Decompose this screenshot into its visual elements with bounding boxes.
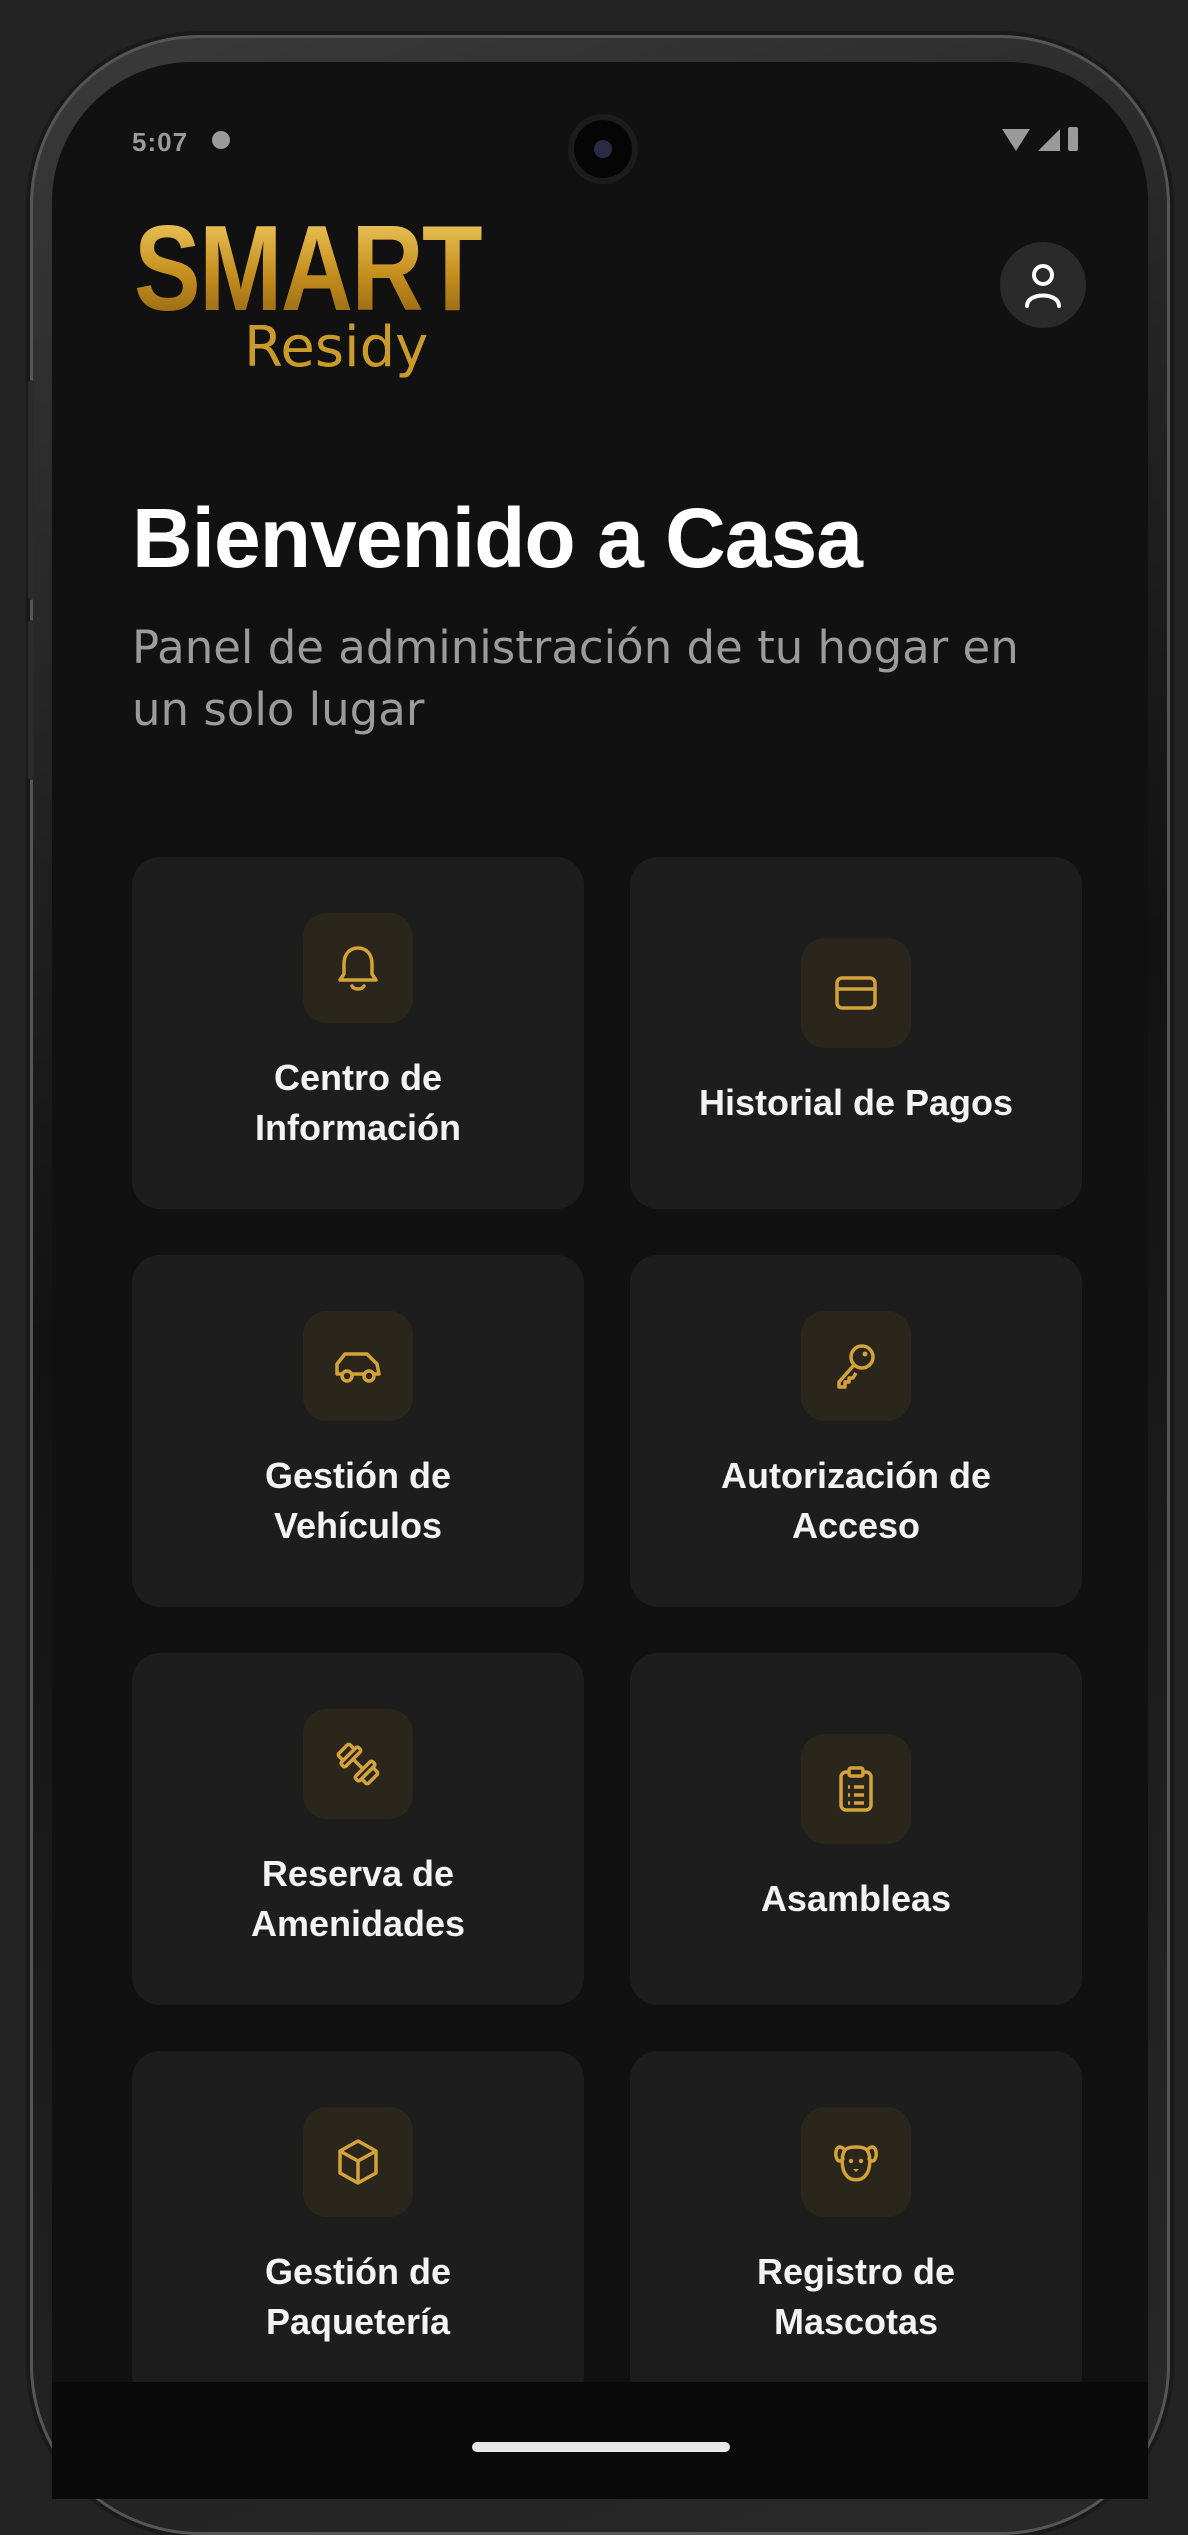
status-bar: 5:07 bbox=[52, 62, 1148, 178]
page-subtitle: Panel de administración de tu hogar en u… bbox=[132, 621, 1019, 736]
brand-logo: SMART Residy bbox=[134, 200, 494, 380]
card-icon-box bbox=[303, 913, 413, 1023]
card-label: Registro de Mascotas bbox=[756, 2251, 956, 2342]
status-icons bbox=[1002, 127, 1078, 151]
home-indicator[interactable] bbox=[472, 2442, 730, 2452]
card-icon-box bbox=[303, 1311, 413, 1421]
profile-button[interactable] bbox=[1000, 242, 1086, 328]
car-icon bbox=[335, 1352, 381, 1383]
menu-card-historial-pagos[interactable]: Historial de Pagos bbox=[630, 857, 1082, 1209]
card-label: Asambleas bbox=[760, 1878, 952, 1919]
card-icon-box bbox=[303, 1709, 413, 1819]
navigation-bar bbox=[52, 2382, 1148, 2499]
card-label: Historial de Pagos bbox=[698, 1082, 1014, 1123]
dog-icon bbox=[834, 2145, 878, 2182]
wifi-icon bbox=[1002, 129, 1030, 151]
card-icon-box bbox=[801, 938, 911, 1048]
logo-sub-text: Residy bbox=[244, 315, 429, 380]
signal-icon bbox=[1038, 129, 1060, 151]
page-title: Bienvenido a Casa bbox=[132, 491, 863, 585]
card-label: Reserva de Amenidades bbox=[250, 1853, 466, 1944]
card-icon-box bbox=[801, 1734, 911, 1844]
menu-card-reserva-amenidades[interactable]: Reserva de Amenidades bbox=[132, 1653, 584, 2005]
card-label: Autorización de Acceso bbox=[720, 1455, 992, 1546]
menu-card-registro-mascotas[interactable]: Registro de Mascotas bbox=[630, 2051, 1082, 2403]
logo-main-text: SMART bbox=[134, 200, 483, 336]
menu-card-gestion-vehiculos[interactable]: Gestión de Vehículos bbox=[132, 1255, 584, 1607]
menu-card-asambleas[interactable]: Asambleas bbox=[630, 1653, 1082, 2005]
side-button bbox=[28, 620, 34, 780]
clipboard-icon bbox=[839, 1766, 873, 1812]
notification-dot-icon bbox=[212, 131, 230, 149]
menu-card-gestion-paqueteria[interactable]: Gestión de Paquetería bbox=[132, 2051, 584, 2403]
package-icon bbox=[338, 2139, 378, 2185]
card-label: Gestión de Vehículos bbox=[264, 1455, 452, 1546]
menu-grid: Centro de Información Historial de Pagos… bbox=[132, 857, 1092, 2403]
battery-icon bbox=[1068, 127, 1078, 151]
card-icon-box bbox=[801, 1311, 911, 1421]
menu-card-autorizacion-acceso[interactable]: Autorización de Acceso bbox=[630, 1255, 1082, 1607]
app-screen: 5:07 SMART Residy Bienvenido a Casa Pane… bbox=[52, 62, 1148, 2499]
key-icon bbox=[837, 1344, 875, 1389]
card-icon-box bbox=[801, 2107, 911, 2217]
card-label: Centro de Información bbox=[254, 1057, 461, 1148]
card-icon-box bbox=[303, 2107, 413, 2217]
side-button bbox=[28, 380, 34, 600]
bell-icon bbox=[338, 946, 378, 991]
user-icon bbox=[1025, 264, 1061, 308]
status-time: 5:07 bbox=[132, 127, 189, 157]
credit-card-icon bbox=[835, 976, 877, 1010]
camera-lens bbox=[594, 140, 612, 158]
card-label: Gestión de Paquetería bbox=[264, 2251, 452, 2342]
front-camera bbox=[574, 120, 632, 178]
dumbbell-icon bbox=[336, 1742, 380, 1786]
menu-card-centro-informacion[interactable]: Centro de Información bbox=[132, 857, 584, 1209]
